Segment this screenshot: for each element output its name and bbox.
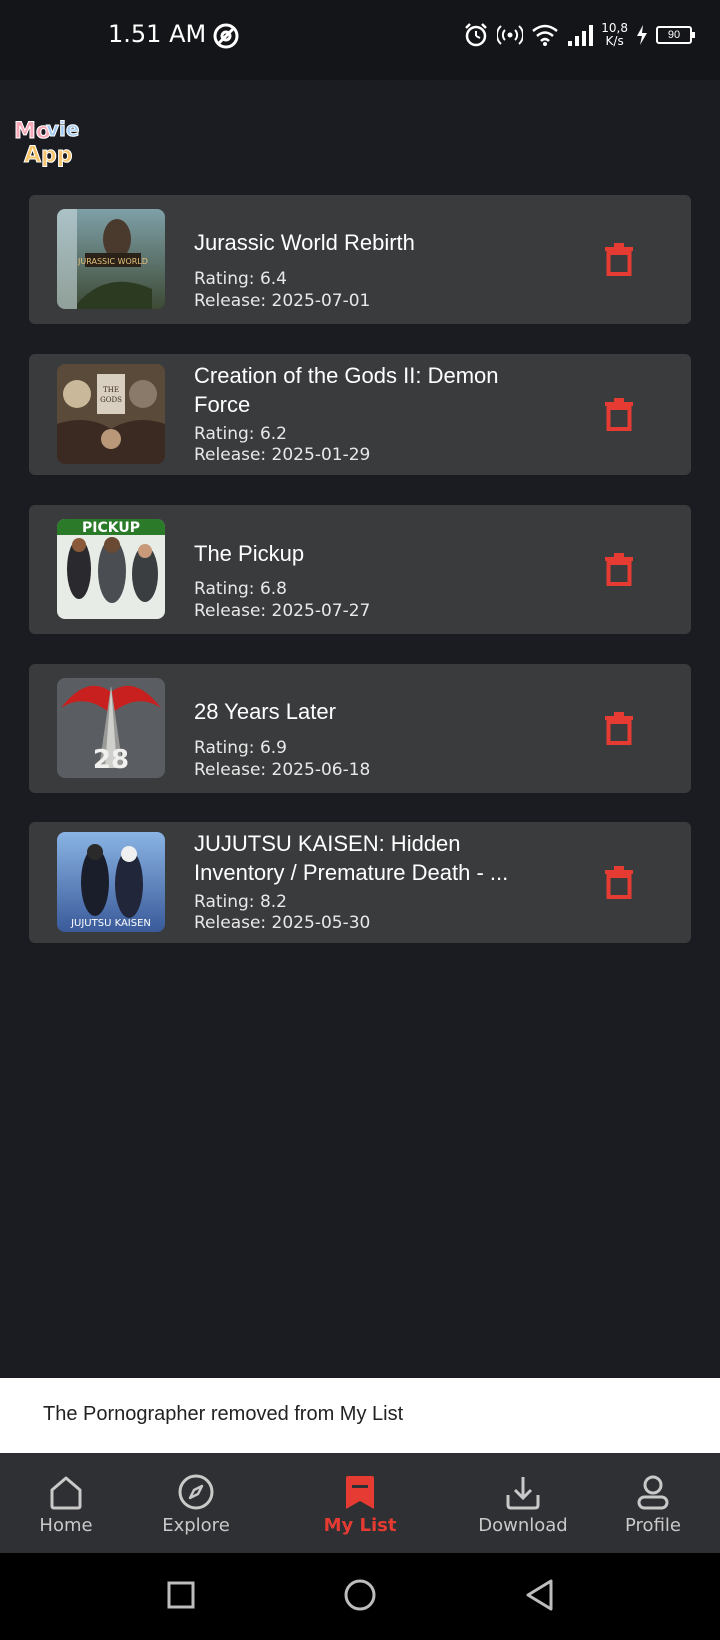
- movie-release: Release: 2025-07-27: [194, 601, 371, 621]
- download-icon: [506, 1477, 540, 1510]
- delete-icon[interactable]: [604, 711, 634, 745]
- svg-text:App: App: [24, 143, 73, 168]
- movie-rating: Rating: 6.2: [194, 424, 287, 444]
- home-circle-icon[interactable]: [343, 1578, 377, 1612]
- movie-title: JUJUTSU KAISEN: Hidden Inventory / Prema…: [194, 831, 509, 885]
- nav-home[interactable]: Home: [36, 1453, 96, 1553]
- nav-download-label: Download: [478, 1515, 568, 1536]
- nav-explore[interactable]: Explore: [160, 1453, 232, 1553]
- status-bar: 1.51 AM 10,8 K/s 90: [0, 0, 720, 80]
- movie-rating: Rating: 6.4: [194, 269, 287, 289]
- movie-release: Release: 2025-05-30: [194, 913, 371, 933]
- charging-icon: [637, 25, 647, 45]
- movie-title: The Pickup: [194, 541, 305, 566]
- movie-release: Release: 2025-06-18: [194, 760, 371, 780]
- movie-title: Creation of the Gods II: Demon Force: [194, 363, 499, 417]
- compass-icon: [178, 1474, 214, 1510]
- movie-card[interactable]: JUJUTSU KAISEN JUJUTSU KAISEN: Hidden In…: [29, 822, 691, 943]
- wifi-icon: [532, 24, 559, 46]
- svg-text:JURASSIC WORLD: JURASSIC WORLD: [77, 257, 148, 266]
- movie-card[interactable]: THE GODS Creation of the Gods II: Demon …: [29, 354, 691, 475]
- movie-card[interactable]: 28 28 Years Later Rating: 6.9 Release: 2…: [29, 664, 691, 793]
- home-icon: [50, 1476, 82, 1510]
- snackbar-message: The Pornographer removed from My List: [43, 1403, 404, 1425]
- svg-text:GODS: GODS: [100, 396, 122, 404]
- movie-poster: THE GODS: [57, 364, 165, 464]
- nav-profile[interactable]: Profile: [620, 1453, 686, 1553]
- movie-poster: 28: [57, 678, 165, 778]
- movie-release: Release: 2025-01-29: [194, 445, 371, 465]
- svg-text:PICKUP: PICKUP: [82, 520, 140, 536]
- recent-apps-icon[interactable]: [166, 1580, 196, 1610]
- movie-rating: Rating: 6.9: [194, 738, 287, 758]
- movie-title: Jurassic World Rebirth: [194, 230, 415, 255]
- svg-text:28: 28: [93, 745, 129, 775]
- movie-rating: Rating: 8.2: [194, 892, 287, 912]
- svg-text:THE: THE: [103, 386, 119, 394]
- snackbar: The Pornographer removed from My List: [0, 1378, 720, 1453]
- delete-icon[interactable]: [604, 242, 634, 276]
- delete-icon[interactable]: [604, 865, 634, 899]
- status-time: 1.51 AM: [108, 20, 207, 48]
- movie-app-logo: Mo vie App: [14, 117, 80, 169]
- nav-my-list-label: My List: [323, 1515, 397, 1536]
- nav-explore-label: Explore: [162, 1515, 230, 1536]
- system-navigation-bar: [0, 1553, 720, 1640]
- bottom-navigation: Home Explore My List Download Profile: [0, 1453, 720, 1553]
- movie-poster: JUJUTSU KAISEN: [57, 832, 165, 932]
- movie-rating: Rating: 6.8: [194, 579, 287, 599]
- nav-profile-label: Profile: [625, 1515, 681, 1536]
- movie-card[interactable]: JURASSIC WORLD Jurassic World Rebirth Ra…: [29, 195, 691, 324]
- movie-poster: PICKUP: [57, 519, 165, 619]
- signal-icon: [568, 25, 594, 46]
- movie-title: 28 Years Later: [194, 699, 336, 724]
- svg-text:JUJUTSU KAISEN: JUJUTSU KAISEN: [70, 918, 151, 929]
- movie-poster: JURASSIC WORLD: [57, 209, 165, 309]
- movie-card[interactable]: PICKUP The Pickup Rating: 6.8 Release: 2…: [29, 505, 691, 634]
- bookmark-icon: [346, 1476, 374, 1509]
- nav-download[interactable]: Download: [478, 1453, 568, 1553]
- battery-level: 90: [656, 26, 695, 44]
- movie-release: Release: 2025-07-01: [194, 291, 371, 311]
- nav-my-list[interactable]: My List: [320, 1453, 400, 1553]
- hotspot-icon: [497, 25, 524, 45]
- profile-icon: [637, 1475, 669, 1510]
- net-speed: 10,8 K/s: [601, 21, 628, 48]
- svg-text:vie: vie: [46, 117, 79, 141]
- back-icon[interactable]: [524, 1578, 554, 1612]
- do-not-disturb-icon: [213, 23, 239, 49]
- nav-home-label: Home: [39, 1515, 93, 1536]
- delete-icon[interactable]: [604, 552, 634, 586]
- alarm-icon: [465, 23, 488, 47]
- delete-icon[interactable]: [604, 397, 634, 431]
